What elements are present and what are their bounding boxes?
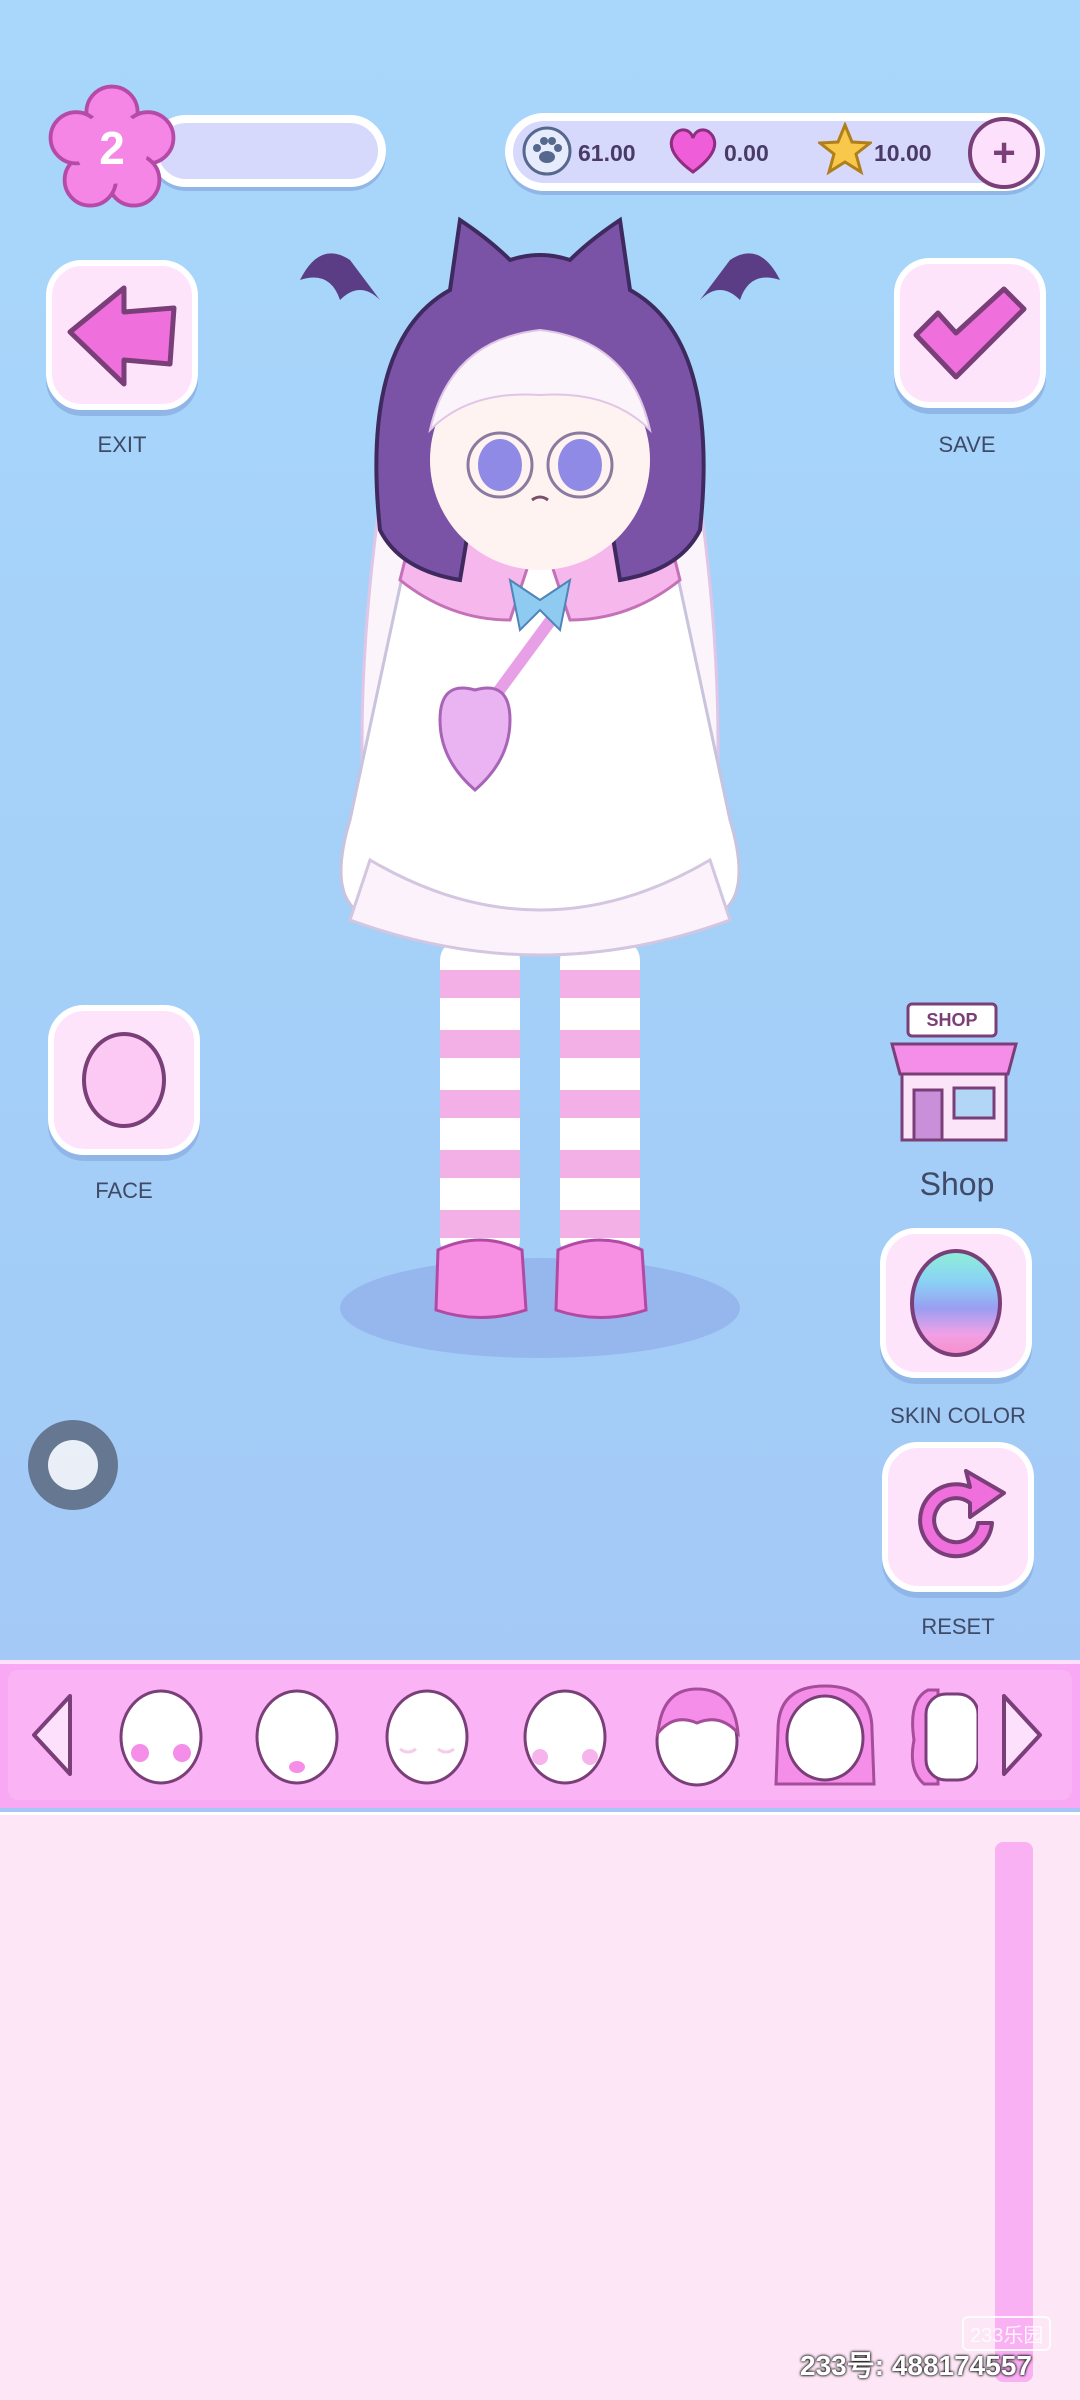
- face-option-pink-hair[interactable]: [650, 1683, 744, 1787]
- shop-button[interactable]: SHOP: [884, 1000, 1024, 1150]
- heart-icon: [669, 128, 717, 174]
- heart-currency-value: 0.00: [724, 140, 769, 166]
- level-number: 2: [99, 122, 125, 174]
- star-icon: [818, 122, 872, 176]
- face-option-tongue[interactable]: [250, 1683, 344, 1787]
- floating-assistive-button[interactable]: [28, 1420, 118, 1510]
- face-option-long-hair[interactable]: [770, 1680, 880, 1792]
- add-currency-button[interactable]: +: [968, 117, 1040, 189]
- checkmark-icon: [913, 286, 1027, 380]
- shop-sign-text: SHOP: [926, 1009, 978, 1030]
- face-option-ponytail[interactable]: [908, 1680, 978, 1792]
- face-button[interactable]: [48, 1005, 200, 1155]
- character-avatar: [300, 216, 780, 1358]
- reset-label: RESET: [921, 1614, 995, 1639]
- rainbow-head-icon: [910, 1249, 1002, 1357]
- level-progress-bar: [150, 115, 386, 187]
- save-button[interactable]: [894, 258, 1046, 408]
- arrow-right-icon: [1002, 1694, 1042, 1776]
- scroll-left-button[interactable]: [24, 1690, 80, 1780]
- exit-button[interactable]: [46, 260, 198, 410]
- panel-scrollbar[interactable]: [995, 1842, 1033, 2382]
- skin-color-label: SKIN COLOR: [890, 1403, 1026, 1428]
- scroll-right-button[interactable]: [994, 1690, 1050, 1780]
- watermark-text: 233号: 488174557: [800, 2350, 1032, 2381]
- paw-currency-value: 61.00: [578, 140, 636, 166]
- shop-label: Shop: [919, 1166, 995, 1202]
- face-option-blush-circles[interactable]: [114, 1683, 208, 1787]
- refresh-icon: [918, 1469, 1006, 1559]
- exit-label: EXIT: [97, 432, 147, 457]
- head-outline-icon: [82, 1032, 166, 1128]
- face-option-closed-eyes[interactable]: [380, 1683, 474, 1787]
- paw-icon: [522, 126, 572, 176]
- arrow-left-icon: [32, 1694, 72, 1776]
- face-option-dot-blush[interactable]: [518, 1683, 612, 1787]
- save-label: SAVE: [938, 432, 996, 457]
- star-currency-value: 10.00: [874, 140, 932, 166]
- reset-button[interactable]: [882, 1442, 1034, 1592]
- back-arrow-icon: [67, 285, 177, 387]
- face-label: FACE: [95, 1178, 153, 1203]
- options-panel: [0, 1812, 1080, 2400]
- skin-color-button[interactable]: [880, 1228, 1032, 1378]
